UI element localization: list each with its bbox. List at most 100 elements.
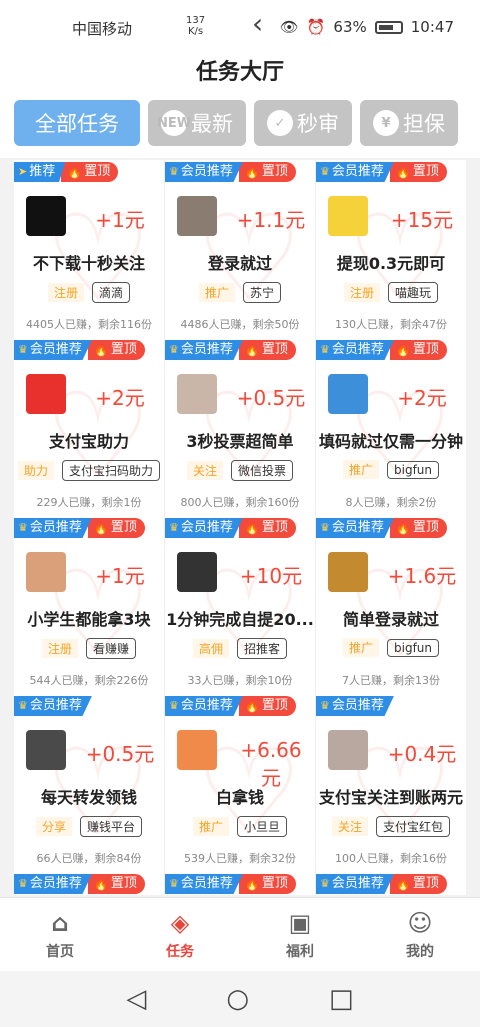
tab-guaranteed[interactable]: ¥ 担保: [360, 100, 458, 146]
task-thumbnail: [177, 552, 217, 592]
task-name: 小学生都能拿3块: [27, 610, 151, 629]
task-tags: 注册 看赚赚: [14, 638, 164, 659]
system-back-icon[interactable]: ◁: [126, 984, 146, 1014]
task-card[interactable]: ♛ 会员推荐 🔥 置顶 +1元 小学生都能拿3块 注册 看赚赚 544人已赚，剩…: [14, 516, 164, 694]
task-card[interactable]: ♛ 会员推荐 🔥 置顶 +15元 提现0.3元即可 注册 喵趣玩 130人已赚，…: [316, 160, 466, 338]
task-stats: 7人已赚，剩余13份: [342, 674, 440, 687]
task-source-tag: 小旦旦: [237, 816, 288, 837]
task-source-tag: 微信投票: [231, 460, 294, 481]
top-badge: 🔥 置顶: [87, 874, 145, 894]
nav-welfare[interactable]: ▣ 福利: [240, 898, 360, 971]
top-badge: 🔥 置顶: [389, 518, 447, 538]
nav-tasks[interactable]: ◈ 任务: [120, 898, 240, 971]
page-title: 任务大厅: [0, 56, 480, 96]
task-card[interactable]: ♛ 会员推荐 🔥 置顶 +1.6元 简单登录就过 推广 bigfun 7人已赚，…: [316, 516, 466, 694]
send-icon: ➤: [18, 165, 28, 178]
task-stats: 539人已赚，剩余32份: [184, 852, 296, 865]
task-reward: +0.5元: [236, 386, 306, 410]
task-reward: +1元: [95, 208, 145, 232]
nav-home[interactable]: ⌂ 首页: [0, 898, 120, 971]
task-source-tag: 滴滴: [92, 282, 131, 303]
task-card[interactable]: ♛ 会员推荐 🔥 置顶 +6.66元 白拿钱 推广 小旦旦 539人已赚，剩余3…: [165, 694, 315, 872]
top-badge: 🔥 置顶: [389, 162, 447, 182]
card-badges: ♛ 会员推荐 🔥 置顶: [165, 874, 296, 894]
member-badge: ♛ 会员推荐: [165, 518, 243, 538]
task-reward: +0.4元: [387, 742, 457, 766]
top-badge-label: 置顶: [261, 698, 288, 713]
task-tags: 注册 喵趣玩: [316, 282, 466, 303]
member-badge-label: 会员推荐: [331, 876, 384, 891]
task-card[interactable]: ♛ 会员推荐 🔥 置顶 +0.5元 3秒投票超简单 关注 微信投票 800人已赚…: [165, 338, 315, 516]
crown-icon: ♛: [18, 877, 28, 890]
member-badge-label: 会员推荐: [331, 698, 384, 713]
task-card[interactable]: ♛ 会员推荐 🔥 置顶 +2元 支付宝助力 助力 支付宝扫码助力 229人已赚，…: [14, 338, 164, 516]
system-recents-icon[interactable]: □: [329, 984, 354, 1014]
task-card[interactable]: ♛ 会员推荐 🔥 置顶 +1.1元 登录就过 推广 苏宁 4486人已赚，剩余5…: [165, 160, 315, 338]
clock: 10:47: [410, 18, 454, 36]
top-badge: 🔥 置顶: [87, 340, 145, 360]
task-thumbnail: [328, 374, 368, 414]
task-card[interactable]: ♛ 会员推荐 +0.4元 支付宝关注到账两元 关注 支付宝红包 100人已赚，剩…: [316, 694, 466, 872]
bottom-nav: ⌂ 首页 ◈ 任务 ▣ 福利 ☺ 我的: [0, 897, 480, 971]
member-badge-label: 会员推荐: [331, 520, 384, 535]
tab-instant-review[interactable]: ✓ 秒审: [254, 100, 352, 146]
crown-icon: ♛: [320, 699, 330, 712]
task-source-tag: bigfun: [387, 638, 440, 657]
task-stats: 4405人已赚，剩余116份: [26, 318, 152, 331]
nav-profile[interactable]: ☺ 我的: [360, 898, 480, 971]
task-tags: 推广 苏宁: [165, 282, 315, 303]
member-badge: ➤ 推荐: [14, 162, 66, 182]
card-badges: ♛ 会员推荐 🔥 置顶: [316, 340, 447, 360]
task-name: 简单登录就过: [342, 610, 439, 629]
member-badge-label: 推荐: [29, 164, 56, 179]
net-speed: 137 K/s: [186, 15, 206, 37]
top-badge-label: 置顶: [412, 342, 439, 357]
card-badges: ♛ 会员推荐 🔥 置顶: [165, 696, 296, 716]
nav-label: 任务: [166, 943, 194, 960]
eye-icon: 👁: [279, 18, 299, 36]
task-type-tag: 注册: [343, 283, 380, 302]
task-card[interactable]: ♛ 会员推荐 🔥 置顶 +2元 填码就过仅需一分钟 推广 bigfun 8人已赚…: [316, 338, 466, 516]
fire-icon: 🔥: [244, 343, 260, 357]
member-badge-label: 会员推荐: [180, 164, 233, 179]
system-nav-bar: ◁ ○ □: [0, 971, 480, 1027]
task-name: 每天转发领钱: [40, 788, 137, 807]
task-card[interactable]: ♛ 会员推荐 🔥 置顶: [316, 872, 466, 895]
fire-icon: 🔥: [395, 877, 411, 891]
task-card[interactable]: ♛ 会员推荐 🔥 置顶 +10元 1分钟完成自提20... 高佣 招推客 33人…: [165, 516, 315, 694]
task-name: 白拿钱: [215, 788, 264, 807]
check-icon: ✓: [267, 110, 293, 136]
crown-icon: ♛: [169, 699, 179, 712]
back-icon[interactable]: ‹: [252, 10, 263, 38]
task-card[interactable]: ♛ 会员推荐 +0.5元 每天转发领钱 分享 赚钱平台 66人已赚，剩余84份: [14, 694, 164, 872]
member-badge: ♛ 会员推荐: [14, 696, 92, 716]
task-stats: 100人已赚，剩余16份: [335, 852, 447, 865]
task-card[interactable]: ♛ 会员推荐 🔥 置顶: [165, 872, 315, 895]
task-card[interactable]: ♛ 会员推荐 🔥 置顶: [14, 872, 164, 895]
top-badge-label: 置顶: [261, 164, 288, 179]
member-badge-label: 会员推荐: [180, 698, 233, 713]
task-type-tag: 推广: [192, 817, 229, 836]
member-badge: ♛ 会员推荐: [14, 874, 92, 894]
task-reward: +1.6元: [387, 564, 457, 588]
member-badge-label: 会员推荐: [29, 876, 82, 891]
yen-icon: ¥: [373, 110, 399, 136]
task-stats: 66人已赚，剩余84份: [36, 852, 142, 865]
member-badge: ♛ 会员推荐: [165, 340, 243, 360]
top-badge: 🔥 置顶: [87, 518, 145, 538]
fire-icon: 🔥: [395, 343, 411, 357]
fire-icon: 🔥: [395, 521, 411, 535]
task-type-tag: 关注: [331, 817, 368, 836]
task-tags: 推广 bigfun: [316, 460, 466, 479]
tab-newest[interactable]: NEW 最新: [148, 100, 246, 146]
task-name: 支付宝助力: [48, 432, 129, 451]
task-tags: 推广 小旦旦: [165, 816, 315, 837]
top-badge-label: 置顶: [412, 876, 439, 891]
system-home-icon[interactable]: ○: [226, 984, 249, 1014]
card-badges: ➤ 推荐 🔥 置顶: [14, 162, 119, 182]
top-badge-label: 置顶: [84, 164, 111, 179]
top-badge: 🔥 置顶: [61, 162, 119, 182]
task-card[interactable]: ➤ 推荐 🔥 置顶 +1元 不下载十秒关注 注册 滴滴 4405人已赚，剩余11…: [14, 160, 164, 338]
tab-all[interactable]: 全部任务: [14, 100, 140, 146]
task-type-tag: 关注: [186, 461, 223, 480]
